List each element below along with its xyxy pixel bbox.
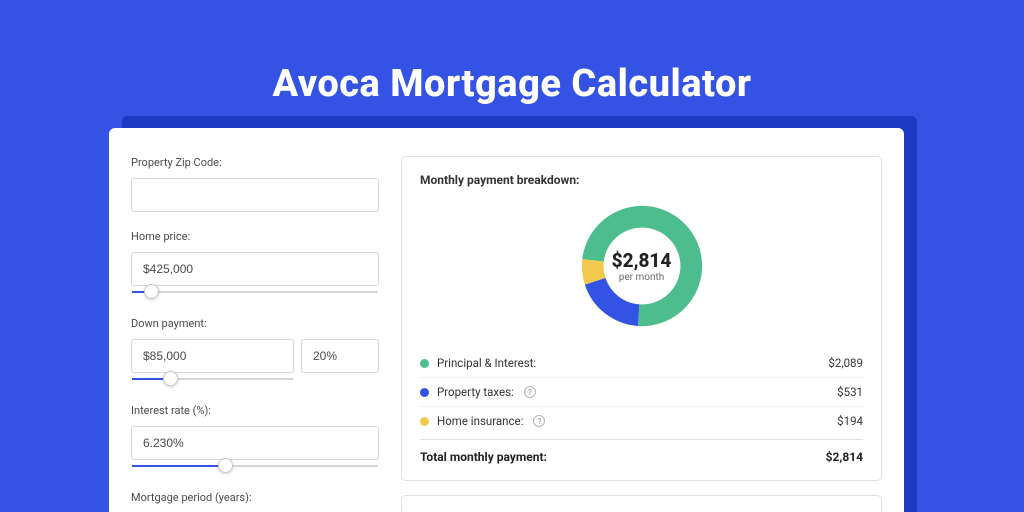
legend-dot-icon [420, 417, 429, 426]
slider-thumb[interactable] [218, 458, 233, 473]
slider-thumb[interactable] [163, 371, 178, 386]
zip-input[interactable] [131, 178, 379, 212]
period-label: Mortgage period (years): [131, 491, 379, 504]
donut-amount: $2,814 [612, 249, 672, 272]
zip-label: Property Zip Code: [131, 156, 379, 169]
down-amount-input[interactable] [131, 339, 294, 373]
page-title: Avoca Mortgage Calculator [0, 0, 1024, 106]
down-payment-slider[interactable] [131, 376, 294, 386]
interest-input[interactable] [131, 426, 379, 460]
zip-block: Property Zip Code: [131, 156, 379, 212]
legend-value: $531 [837, 385, 863, 399]
legend-left: Property taxes:? [420, 385, 536, 399]
results-column: Monthly payment breakdown: $2,814 per mo… [401, 156, 882, 512]
total-label: Total monthly payment: [420, 450, 547, 464]
legend-row: Property taxes:? $531 [420, 377, 863, 406]
legend-dot-icon [420, 388, 429, 397]
form-column: Property Zip Code: Home price: Down paym… [131, 156, 379, 512]
legend: Principal & Interest: $2,089 Property taxe… [420, 349, 863, 435]
legend-left: Home insurance:? [420, 414, 545, 428]
down-payment-label: Down payment: [131, 317, 379, 330]
help-icon[interactable]: ? [533, 415, 545, 427]
legend-label: Property taxes: [437, 385, 514, 399]
down-payment-block: Down payment: [131, 317, 379, 386]
home-price-label: Home price: [131, 230, 379, 243]
home-price-input[interactable] [131, 252, 379, 286]
legend-row: Principal & Interest: $2,089 [420, 349, 863, 377]
total-row: Total monthly payment: $2,814 [420, 439, 863, 464]
main-panel: Property Zip Code: Home price: Down paym… [109, 128, 904, 512]
slider-thumb[interactable] [144, 284, 159, 299]
breakdown-title: Monthly payment breakdown: [420, 173, 863, 187]
donut-sub: per month [619, 272, 665, 283]
slider-track [132, 291, 378, 293]
interest-label: Interest rate (%): [131, 404, 379, 417]
help-icon[interactable]: ? [524, 386, 536, 398]
total-value: $2,814 [826, 450, 863, 464]
legend-label: Principal & Interest: [437, 356, 536, 370]
slider-fill [132, 465, 226, 467]
legend-value: $194 [837, 414, 863, 428]
legend-value: $2,089 [828, 356, 863, 370]
period-block: Mortgage period (years): 10152030 [131, 491, 379, 512]
down-payment-row [131, 339, 379, 386]
donut-chart: $2,814 per month [577, 201, 707, 331]
home-price-block: Home price: [131, 230, 379, 299]
legend-label: Home insurance: [437, 414, 523, 428]
breakdown-card: Monthly payment breakdown: $2,814 per mo… [401, 156, 882, 481]
home-price-slider[interactable] [131, 289, 379, 299]
down-pct-input[interactable] [301, 339, 379, 373]
interest-block: Interest rate (%): [131, 404, 379, 473]
app-root: Avoca Mortgage Calculator Property Zip C… [0, 0, 1024, 512]
interest-slider[interactable] [131, 463, 379, 473]
legend-row: Home insurance:? $194 [420, 406, 863, 435]
amortization-card: Amortization for mortgage loan Amortizat… [401, 495, 882, 512]
donut-wrap: $2,814 per month [420, 201, 863, 331]
donut-center: $2,814 per month [577, 201, 707, 331]
legend-dot-icon [420, 359, 429, 368]
down-amount-wrap [131, 339, 294, 386]
legend-left: Principal & Interest: [420, 356, 536, 370]
